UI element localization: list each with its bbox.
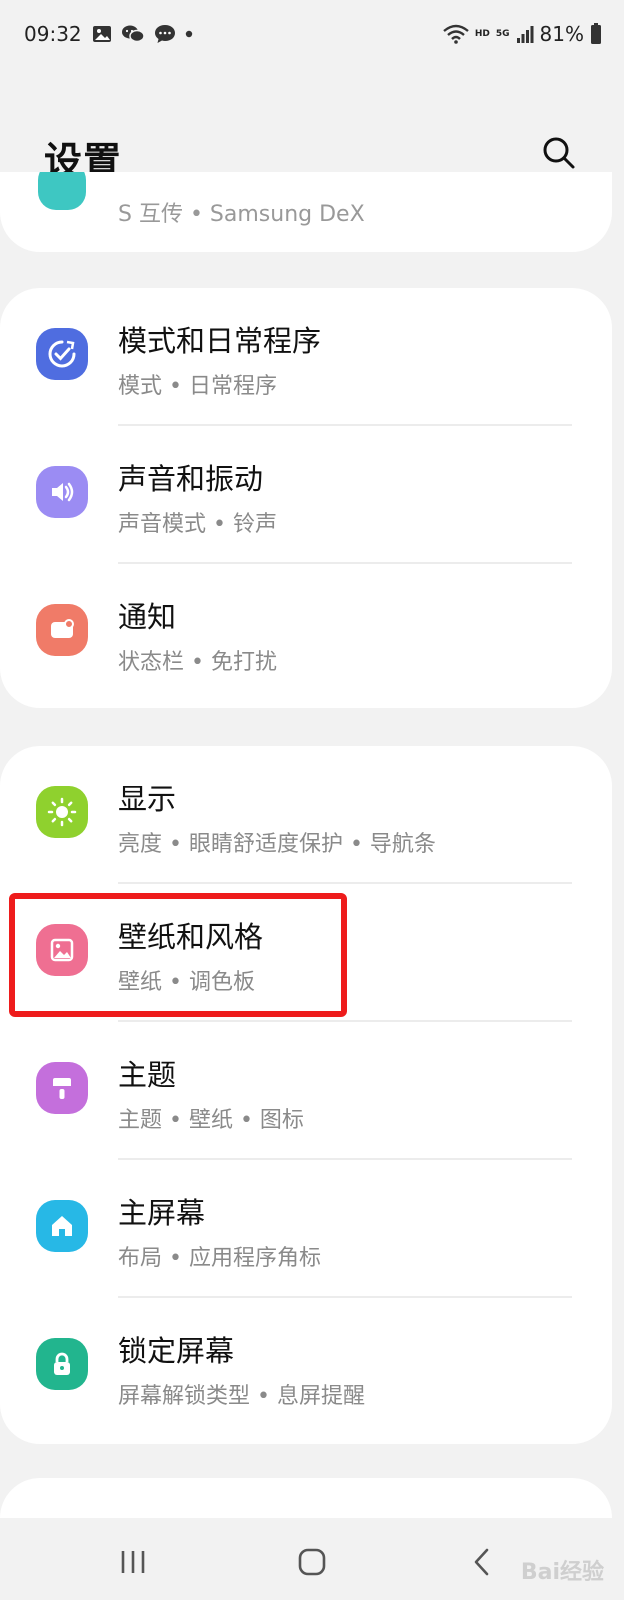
modes-routines-icon: [36, 328, 88, 380]
settings-item-subtitle: 布局 • 应用程序角标: [118, 1246, 321, 1271]
sound-icon: [36, 466, 88, 518]
search-button[interactable]: [534, 128, 584, 178]
settings-item-title: 模式和日常程序: [118, 324, 322, 358]
settings-item-title: 声音和振动: [118, 462, 264, 496]
navigation-bar: Bai经验: [0, 1520, 624, 1600]
settings-item-sound-vibration[interactable]: 声音和振动 声音模式 • 铃声: [0, 426, 612, 564]
home-icon: [36, 1200, 88, 1252]
theme-brush-icon: [36, 1062, 88, 1114]
settings-item-themes[interactable]: 主题 主题 • 壁纸 • 图标: [0, 1022, 612, 1160]
lock-icon: [36, 1338, 88, 1390]
settings-item-modes-routines[interactable]: 模式和日常程序 模式 • 日常程序: [0, 288, 612, 426]
settings-item-display[interactable]: 显示 亮度 • 眼睛舒适度保护 • 导航条: [0, 746, 612, 884]
recent-apps-button[interactable]: [103, 1534, 163, 1590]
status-time: 09:32: [24, 22, 82, 46]
hd-indicator: HD: [474, 29, 490, 39]
next-settings-group-card: [0, 1478, 612, 1518]
connected-devices-card: S 互传 • Samsung DeX: [0, 172, 612, 252]
settings-item-title: 锁定屏幕: [118, 1334, 235, 1368]
settings-item-title: 通知: [118, 600, 177, 634]
settings-item-subtitle: 状态栏 • 免打扰: [118, 650, 277, 675]
gallery-notification-icon: [93, 26, 111, 42]
connected-devices-icon: [38, 172, 86, 210]
notification-icon: [36, 604, 88, 656]
settings-item-subtitle: 亮度 • 眼睛舒适度保护 • 导航条: [118, 832, 436, 857]
settings-item-title: 显示: [118, 782, 177, 816]
notification-icons: [92, 24, 193, 44]
wifi-icon: [443, 24, 469, 44]
settings-item-title: 主题: [118, 1058, 177, 1092]
settings-item-notifications[interactable]: 通知 状态栏 • 免打扰: [0, 564, 612, 702]
message-icon: [155, 25, 175, 43]
5g-indicator: 5G: [495, 29, 510, 39]
back-icon: [474, 1548, 489, 1576]
wechat-icon: [122, 25, 145, 43]
signal-icon: [516, 26, 534, 43]
connected-devices-subtitle[interactable]: S 互传 • Samsung DeX: [118, 196, 365, 228]
status-bar: 09:32 HD 5G 81%: [0, 0, 624, 74]
settings-item-subtitle: 声音模式 • 铃声: [118, 512, 277, 537]
battery-percent: 81%: [539, 22, 584, 46]
recent-apps-icon: [121, 1551, 145, 1573]
home-nav-icon: [298, 1548, 326, 1576]
watermark: Bai经验: [520, 1560, 604, 1585]
display-sun-icon: [36, 786, 88, 838]
home-button[interactable]: [282, 1534, 342, 1590]
settings-item-subtitle: 模式 • 日常程序: [118, 374, 277, 399]
settings-item-lock-screen[interactable]: 锁定屏幕 屏幕解锁类型 • 息屏提醒: [0, 1298, 612, 1436]
search-icon: [543, 137, 575, 169]
more-notifications-dot-icon: [185, 30, 193, 38]
status-right: HD 5G 81%: [443, 22, 602, 46]
settings-item-title: 主屏幕: [118, 1196, 206, 1230]
settings-group-2: 显示 亮度 • 眼睛舒适度保护 • 导航条 壁纸和风格 壁纸 • 调色板 主题 …: [0, 746, 612, 1444]
highlight-annotation-box: [9, 893, 347, 1017]
back-button[interactable]: [452, 1534, 512, 1590]
settings-item-home-screen[interactable]: 主屏幕 布局 • 应用程序角标: [0, 1160, 612, 1298]
settings-item-subtitle: 屏幕解锁类型 • 息屏提醒: [118, 1384, 365, 1409]
settings-item-subtitle: 主题 • 壁纸 • 图标: [118, 1108, 304, 1133]
battery-icon: [591, 23, 601, 44]
settings-group-1: 模式和日常程序 模式 • 日常程序 声音和振动 声音模式 • 铃声 通知 状态栏…: [0, 288, 612, 708]
